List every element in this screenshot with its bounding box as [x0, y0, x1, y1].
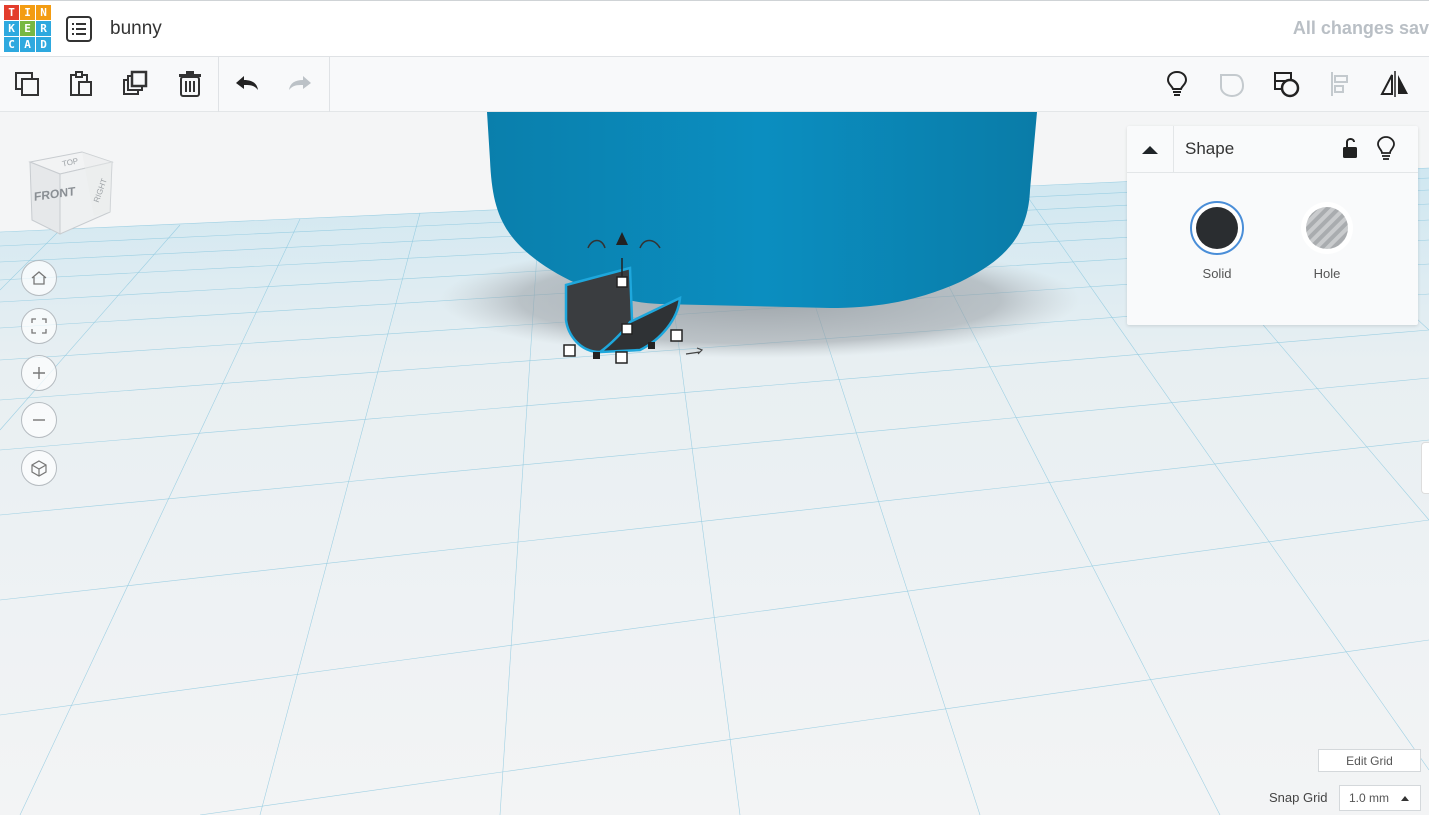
hole-option[interactable]	[1299, 200, 1355, 258]
undo-button[interactable]	[230, 67, 264, 101]
duplicate-icon	[123, 70, 148, 95]
save-status: All changes sav	[1292, 18, 1429, 38]
mirror-icon	[1380, 71, 1408, 97]
home-view-button[interactable]	[21, 260, 57, 296]
perspective-icon	[31, 460, 47, 477]
logo-letter: D	[36, 37, 51, 52]
solid-option[interactable]	[1189, 200, 1245, 258]
unlock-icon	[1343, 138, 1357, 158]
zoom-in-button[interactable]	[21, 355, 57, 391]
logo-letter: E	[20, 21, 35, 36]
zoom-in-icon	[33, 367, 45, 379]
align-icon	[1331, 72, 1348, 96]
lock-button[interactable]	[1339, 136, 1361, 160]
hole-swatch-icon	[1301, 202, 1353, 254]
show-all-button[interactable]	[1160, 67, 1194, 101]
logo-letter: C	[4, 37, 19, 52]
logo-letter: N	[36, 5, 51, 20]
collapse-panel-button[interactable]	[1127, 126, 1173, 172]
lightbulb-icon	[1166, 70, 1188, 96]
zoom-out-button[interactable]	[21, 402, 57, 438]
delete-button[interactable]	[173, 67, 207, 101]
ungroup-icon	[1274, 72, 1300, 98]
hide-shape-button[interactable]	[1375, 135, 1397, 161]
tinkercad-logo[interactable]: T I N K E R C A D	[4, 5, 52, 53]
trash-icon	[179, 71, 201, 97]
logo-letter: T	[4, 5, 19, 20]
home-view-icon	[31, 271, 47, 285]
snap-grid-label: Snap Grid	[1269, 790, 1328, 805]
design-menu-button[interactable]	[66, 16, 92, 42]
group-icon	[1220, 74, 1245, 98]
copy-button[interactable]	[10, 67, 44, 101]
logo-letter: I	[20, 5, 35, 20]
hole-label: Hole	[1313, 266, 1341, 281]
paste-button[interactable]	[64, 67, 98, 101]
logo-letter: K	[4, 21, 19, 36]
toolbar-divider	[218, 57, 219, 112]
shape-inspector: Shape Solid Hole	[1127, 126, 1418, 325]
zoom-out-icon	[33, 419, 45, 421]
project-title[interactable]: bunny	[110, 18, 162, 40]
undo-icon	[236, 76, 258, 90]
fit-view-button[interactable]	[21, 308, 57, 344]
top-bar: T I N K E R C A D bunny All changes sav	[0, 0, 1429, 57]
snap-grid-select[interactable]: 1.0 mm	[1339, 785, 1421, 811]
redo-icon	[289, 76, 311, 90]
perspective-button[interactable]	[21, 450, 57, 486]
side-panel-tab[interactable]	[1421, 442, 1429, 494]
solid-swatch-icon	[1190, 201, 1244, 255]
caret-up-icon	[1401, 796, 1409, 801]
panel-title: Shape	[1185, 139, 1235, 158]
paste-icon	[70, 71, 92, 96]
snap-grid-value: 1.0 mm	[1349, 791, 1390, 805]
shape-inspector-header: Shape	[1127, 126, 1418, 173]
list-icon	[72, 23, 86, 35]
logo-letter: A	[20, 37, 35, 52]
duplicate-button[interactable]	[118, 67, 152, 101]
caret-up-icon	[1142, 146, 1158, 154]
view-cube[interactable]: FRONT TOP RIGHT	[24, 142, 116, 237]
ungroup-button[interactable]	[1270, 67, 1304, 101]
panel-divider	[1173, 126, 1174, 172]
copy-icon	[15, 72, 39, 96]
mirror-button[interactable]	[1378, 67, 1412, 101]
toolbar-divider	[329, 57, 330, 112]
edit-grid-button[interactable]: Edit Grid	[1318, 749, 1421, 772]
align-button[interactable]	[1324, 67, 1358, 101]
group-button[interactable]	[1215, 67, 1249, 101]
edit-toolbar	[0, 57, 1429, 112]
solid-label: Solid	[1202, 266, 1232, 281]
redo-button[interactable]	[283, 67, 317, 101]
logo-letter: R	[36, 21, 51, 36]
fit-view-icon	[31, 318, 47, 334]
lightbulb-icon	[1377, 136, 1395, 160]
